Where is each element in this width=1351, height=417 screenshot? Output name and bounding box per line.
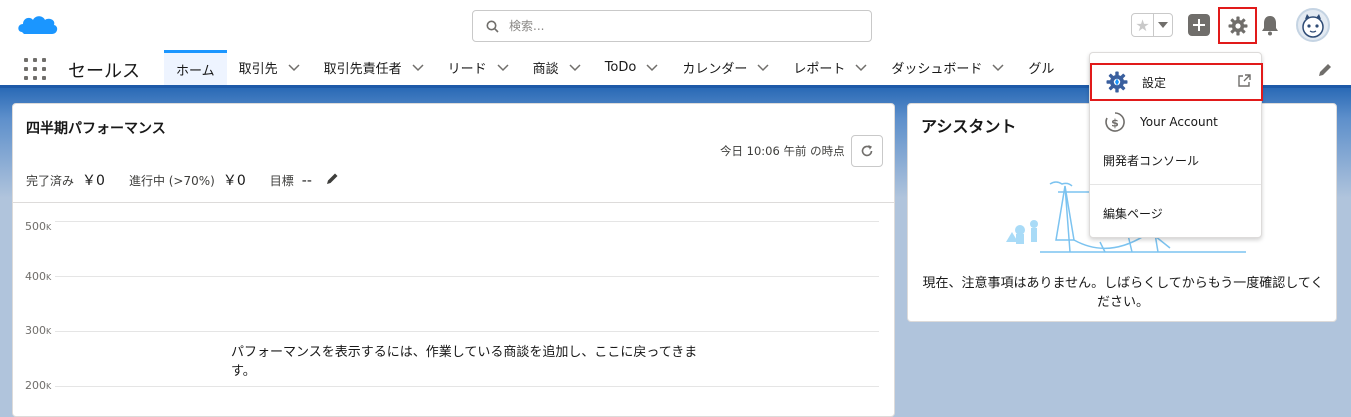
goal-value: -- bbox=[301, 173, 312, 189]
setup-gear-icon bbox=[1105, 70, 1129, 94]
setup-menu-label: 設定 bbox=[1142, 75, 1167, 90]
edit-page-menu-item[interactable]: 編集ページ bbox=[1090, 195, 1261, 231]
chevron-down-icon[interactable] bbox=[646, 63, 658, 72]
global-actions-button[interactable] bbox=[1188, 14, 1210, 36]
as-of-timestamp: 今日 10:06 午前 の時点 bbox=[720, 144, 845, 158]
tab-dashboards[interactable]: ダッシュボード bbox=[879, 50, 1016, 85]
gridline bbox=[55, 221, 879, 222]
card-divider bbox=[13, 202, 894, 203]
tab-groups[interactable]: グル bbox=[1016, 50, 1066, 85]
dollar-circle-icon: $ bbox=[1103, 110, 1127, 134]
svg-text:$: $ bbox=[1111, 117, 1119, 130]
assistant-empty-message: 現在、注意事項はありません。しばらくしてからもう一度確認してください。 bbox=[922, 276, 1324, 310]
chevron-down-icon[interactable] bbox=[412, 63, 424, 72]
open-value: ￥0 bbox=[222, 173, 246, 189]
developer-console-menu-item[interactable]: 開発者コンソール bbox=[1090, 142, 1261, 178]
goal-label: 目標 bbox=[269, 174, 294, 188]
tab-contacts[interactable]: 取引先責任者 bbox=[312, 50, 436, 85]
open-label: 進行中 (>70%) bbox=[128, 174, 215, 188]
tab-opportunities[interactable]: 商談 bbox=[521, 50, 593, 85]
external-link-icon bbox=[1238, 74, 1251, 87]
astro-avatar-icon bbox=[1302, 14, 1324, 38]
performance-stats: 完了済み ￥0 進行中 (>70%) ￥0 目標 -- bbox=[26, 170, 339, 190]
edit-goal-pencil-icon[interactable] bbox=[326, 172, 339, 185]
card-title: アシスタント bbox=[921, 117, 1017, 136]
plus-icon bbox=[1193, 19, 1205, 31]
chevron-down-icon[interactable] bbox=[497, 63, 509, 72]
y-tick-label: 500K bbox=[25, 220, 52, 233]
developer-console-label: 開発者コンソール bbox=[1103, 153, 1200, 168]
closed-value: ￥0 bbox=[82, 173, 105, 189]
edit-nav-pencil-icon[interactable] bbox=[1317, 62, 1333, 78]
user-avatar[interactable] bbox=[1296, 8, 1330, 42]
global-header: ★ bbox=[0, 0, 1351, 50]
favorites-list-button[interactable] bbox=[1154, 14, 1172, 36]
setup-menu: 設定 $ Your Account 開発者コンソール 編集ページ bbox=[1089, 52, 1263, 238]
tab-todo[interactable]: ToDo bbox=[593, 50, 671, 85]
edit-page-label: 編集ページ bbox=[1103, 206, 1163, 221]
chevron-down-icon[interactable] bbox=[569, 63, 581, 72]
tab-accounts[interactable]: 取引先 bbox=[227, 50, 312, 85]
closed-label: 完了済み bbox=[26, 174, 75, 188]
search-icon bbox=[486, 20, 499, 33]
y-tick-label: 400K bbox=[25, 270, 52, 283]
favorite-star-button[interactable]: ★ bbox=[1132, 14, 1154, 36]
quarterly-performance-card: 四半期パフォーマンス 今日 10:06 午前 の時点 完了済み ￥0 進行中 (… bbox=[12, 103, 895, 417]
notifications-bell-icon[interactable] bbox=[1260, 14, 1280, 36]
chevron-down-icon[interactable] bbox=[288, 63, 300, 72]
card-title: 四半期パフォーマンス bbox=[26, 121, 166, 137]
search-input[interactable] bbox=[509, 15, 859, 37]
gridline bbox=[55, 386, 879, 387]
nav-tabs: ホーム 取引先 取引先責任者 リード 商談 ToDo カレンダー レポート ダッ… bbox=[164, 50, 1066, 85]
gear-icon bbox=[1228, 16, 1247, 35]
app-launcher-button[interactable] bbox=[24, 58, 46, 80]
tab-reports[interactable]: レポート bbox=[781, 50, 879, 85]
gridline bbox=[55, 331, 879, 332]
refresh-icon bbox=[861, 145, 873, 157]
y-tick-label: 300K bbox=[25, 324, 52, 337]
global-search[interactable] bbox=[472, 10, 872, 42]
chevron-down-icon[interactable] bbox=[992, 63, 1004, 72]
chevron-down-icon[interactable] bbox=[757, 63, 769, 72]
salesforce-cloud-logo[interactable] bbox=[16, 10, 60, 40]
gridline bbox=[55, 276, 879, 277]
tab-home[interactable]: ホーム bbox=[164, 50, 227, 85]
setup-button[interactable] bbox=[1218, 7, 1257, 44]
tab-calendar[interactable]: カレンダー bbox=[670, 50, 781, 85]
tab-leads[interactable]: リード bbox=[436, 50, 521, 85]
empty-chart-message: パフォーマンスを表示するには、作業している商談を追加し、ここに戻ってきます。 bbox=[231, 345, 698, 379]
your-account-label: Your Account bbox=[1140, 115, 1218, 129]
refresh-button[interactable] bbox=[851, 135, 883, 167]
chevron-down-icon[interactable] bbox=[855, 63, 867, 72]
favorites-group: ★ bbox=[1131, 13, 1173, 37]
app-name: セールス bbox=[68, 61, 140, 82]
setup-menu-item[interactable]: 設定 bbox=[1090, 63, 1263, 101]
caret-down-icon bbox=[1158, 22, 1168, 28]
menu-divider bbox=[1090, 184, 1261, 185]
your-account-menu-item[interactable]: $ Your Account bbox=[1090, 104, 1261, 140]
y-tick-label: 200K bbox=[25, 379, 52, 392]
star-icon: ★ bbox=[1135, 15, 1150, 35]
